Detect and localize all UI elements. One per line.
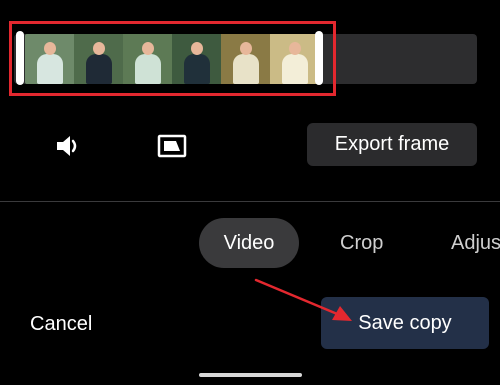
home-indicator[interactable] [199, 373, 302, 377]
cancel-button[interactable]: Cancel [30, 313, 92, 336]
export-frame-button[interactable]: Export frame [307, 123, 477, 166]
frame-icon[interactable] [152, 126, 192, 166]
divider [0, 201, 500, 202]
tab-adjust[interactable]: Adjus [451, 232, 500, 255]
annotation-arrow [254, 278, 352, 321]
highlight-annotation-box [9, 21, 336, 96]
tab-crop[interactable]: Crop [340, 232, 383, 255]
tab-video[interactable]: Video [199, 218, 299, 268]
speaker-icon[interactable] [48, 126, 88, 166]
